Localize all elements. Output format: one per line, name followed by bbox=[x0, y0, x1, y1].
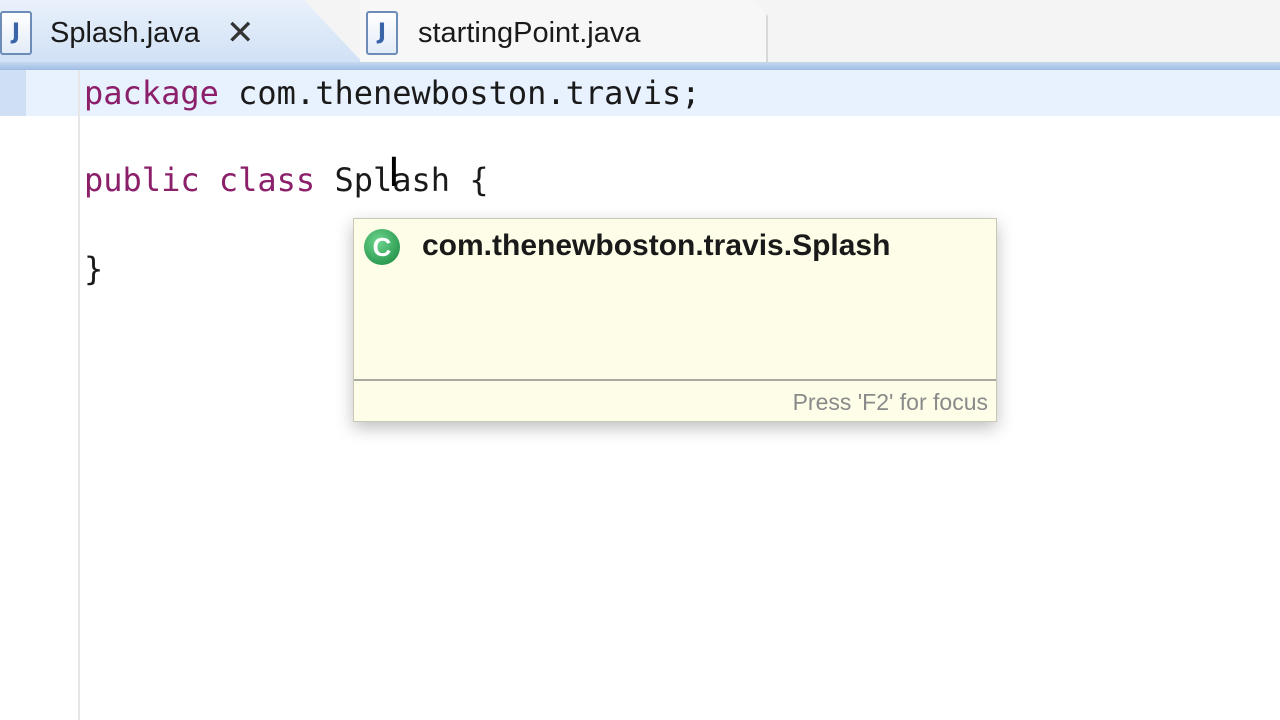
tab-label: Splash.java bbox=[50, 16, 200, 49]
tab-label: startingPoint.java bbox=[418, 16, 641, 49]
tab-bar-underline bbox=[0, 62, 1280, 70]
code-line-2[interactable]: public class Splash { bbox=[84, 161, 489, 199]
java-file-icon: J bbox=[366, 11, 398, 55]
gutter-divider bbox=[78, 70, 80, 720]
popup-class-name: com.thenewboston.travis.Splash bbox=[422, 229, 891, 262]
code-line-3[interactable]: } bbox=[84, 250, 103, 288]
eclipse-editor-window: J Splash.java ✕ J startingPoint.java pac… bbox=[0, 0, 1280, 720]
text-cursor-icon: I bbox=[388, 150, 400, 196]
tab-startingpoint-java[interactable]: J startingPoint.java bbox=[360, 0, 768, 66]
class-declaration: Splash { bbox=[315, 161, 489, 199]
code-editor[interactable]: package com.thenewboston.travis; public … bbox=[0, 70, 1280, 720]
popup-focus-hint: Press 'F2' for focus bbox=[792, 389, 988, 415]
keyword-public-class: public class bbox=[84, 161, 316, 199]
editor-tab-bar: J Splash.java ✕ J startingPoint.java bbox=[0, 0, 1280, 66]
current-line-gutter-marker bbox=[0, 70, 26, 116]
package-name: com.thenewboston.travis; bbox=[218, 74, 701, 112]
java-file-icon: J bbox=[0, 11, 32, 55]
popup-divider bbox=[354, 379, 996, 381]
tab-splash-java[interactable]: J Splash.java ✕ bbox=[0, 0, 366, 66]
hover-info-popup[interactable]: C com.thenewboston.travis.Splash Press '… bbox=[353, 218, 997, 422]
close-icon[interactable]: ✕ bbox=[226, 16, 255, 50]
popup-body: C com.thenewboston.travis.Splash bbox=[354, 219, 996, 379]
keyword-package: package bbox=[84, 74, 219, 112]
code-line-1[interactable]: package com.thenewboston.travis; bbox=[84, 74, 701, 112]
class-icon: C bbox=[364, 229, 400, 265]
closing-brace: } bbox=[84, 250, 104, 288]
